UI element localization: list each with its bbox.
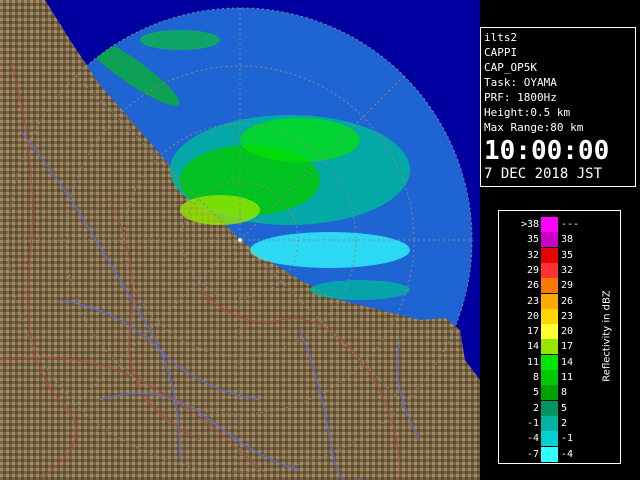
- legend-row: -7 -4: [499, 446, 599, 462]
- legend-high-value: -4: [561, 448, 574, 460]
- echo-cell: [180, 195, 260, 225]
- echo-cell: [310, 280, 410, 300]
- legend-low-value: 26: [526, 280, 539, 292]
- legend-high-value: 35: [561, 249, 574, 261]
- legend-color-swatch: [541, 370, 558, 385]
- legend-low-value: 20: [526, 310, 539, 322]
- legend-row: 23 26: [499, 293, 599, 309]
- legend-row: 25: [499, 400, 599, 416]
- legend-color-swatch: [541, 278, 558, 294]
- legend-color-swatch: [541, 217, 558, 232]
- legend-row: -1 2: [499, 415, 599, 431]
- legend-unit-text: Reflectivity in dBZ: [601, 290, 613, 382]
- legend-high-value: 14: [561, 356, 574, 368]
- legend-low-value: 35: [526, 234, 539, 246]
- legend-high-value: 29: [561, 280, 574, 292]
- legend-color-swatch: [541, 247, 558, 263]
- legend-high-value: 32: [561, 264, 574, 276]
- legend-low-value: 29: [526, 264, 539, 276]
- legend-row: 35 38: [499, 232, 599, 248]
- legend-high-value: 17: [561, 341, 574, 353]
- legend-row: 17 20: [499, 324, 599, 340]
- legend-low-value: -7: [526, 448, 539, 460]
- legend-color-swatch: [541, 308, 558, 324]
- legend-color-swatch: [541, 354, 558, 370]
- legend-color-swatch: [541, 232, 558, 248]
- legend-color-swatch: [541, 262, 558, 278]
- radar-site-marker: [238, 238, 242, 242]
- legend-color-swatch: [541, 324, 558, 340]
- legend-row: 58: [499, 385, 599, 401]
- legend-row: >38 ---: [499, 217, 599, 232]
- legend-low-value: 17: [526, 326, 539, 338]
- info-task: Task: OYAMA: [484, 76, 557, 89]
- info-height: Height:0.5 km: [484, 106, 571, 119]
- legend-high-value: 38: [561, 234, 574, 246]
- legend-color-swatch: [541, 385, 558, 401]
- legend-color-swatch: [541, 415, 558, 431]
- radar-map[interactable]: [0, 0, 480, 480]
- info-station: ilts2: [484, 31, 518, 44]
- legend-color-swatch: [541, 339, 558, 355]
- legend-low-value: 2: [532, 402, 539, 414]
- legend-row: -4 -1: [499, 431, 599, 447]
- legend-color-swatch: [541, 446, 558, 462]
- legend-high-value: 26: [561, 295, 574, 307]
- legend-row: 32 35: [499, 247, 599, 263]
- echo-cell: [250, 232, 410, 268]
- legend-high-value: 2: [561, 417, 568, 429]
- info-product: CAPPI: [484, 46, 518, 59]
- legend-low-value: -4: [526, 433, 539, 445]
- legend-low-value: -1: [526, 417, 539, 429]
- observation-date: 7 DEC 2018 JST: [484, 166, 603, 182]
- legend-low-value: 32: [526, 249, 539, 261]
- legend-unit-label: Reflectivity in dBZ: [599, 256, 615, 416]
- legend-color-swatch: [541, 431, 558, 447]
- legend-row: 20 23: [499, 308, 599, 324]
- legend-high-value: 11: [561, 372, 574, 383]
- echo-cell: [140, 30, 220, 50]
- legend-color-swatch: [541, 293, 558, 309]
- legend-row: 26 29: [499, 278, 599, 294]
- legend-high-value: 5: [561, 402, 568, 414]
- radar-display: ilts2 CAPPI CAP_OP5K Task: OYAMA PRF: 18…: [0, 0, 640, 480]
- legend-color-swatch: [541, 400, 558, 416]
- legend-row: 29 32: [499, 262, 599, 278]
- legend-high-value: 8: [561, 387, 568, 399]
- legend-high-value: 20: [561, 326, 574, 338]
- legend-row: 14 17: [499, 339, 599, 355]
- echo-cell: [240, 118, 360, 162]
- legend-low-value: 5: [532, 387, 539, 399]
- legend-row: 11 14: [499, 354, 599, 370]
- legend-low-value: 14: [526, 341, 539, 353]
- legend-high-value: ---: [561, 219, 580, 230]
- info-prf: PRF: 1800Hz: [484, 91, 557, 104]
- legend-low-value: >38: [520, 219, 539, 230]
- observation-time: 10:00:00: [484, 136, 610, 166]
- info-panel: ilts2 CAPPI CAP_OP5K Task: OYAMA PRF: 18…: [480, 27, 636, 187]
- legend-high-value: -1: [561, 433, 574, 445]
- info-max-range: Max Range:80 km: [484, 121, 584, 134]
- legend-high-value: 23: [561, 310, 574, 322]
- legend-row: 8 11: [499, 370, 599, 385]
- legend-low-value: 11: [526, 356, 539, 368]
- info-scan-name: CAP_OP5K: [484, 61, 537, 74]
- legend-low-value: 8: [532, 372, 539, 383]
- legend-low-value: 23: [526, 295, 539, 307]
- color-legend: >38 --- 35 38 32 35 29 32 26 29 23 26 20 23 17 20 14 17 11…: [498, 210, 621, 464]
